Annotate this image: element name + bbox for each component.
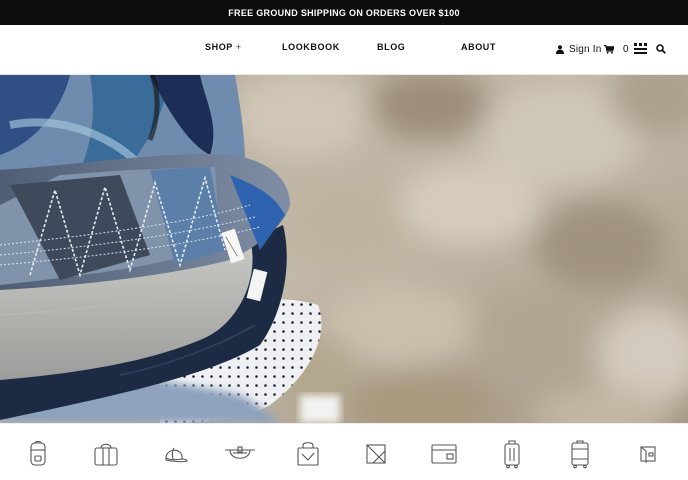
sign-in-link[interactable]: Sign In xyxy=(556,39,602,59)
plus-icon: + xyxy=(235,42,242,52)
carry-on-luggage-icon xyxy=(504,440,520,469)
wallet-icon xyxy=(640,446,656,463)
user-icon xyxy=(556,44,564,54)
category-hip-pack[interactable] xyxy=(224,438,256,470)
large-luggage-icon xyxy=(571,440,589,469)
cart-count: 0 xyxy=(623,43,629,55)
search-icon xyxy=(656,44,666,54)
category-folio[interactable] xyxy=(428,438,460,470)
cap-icon xyxy=(165,447,188,463)
tote-bag-icon xyxy=(297,442,319,466)
site-header: SHOP + LOOKBOOK BLOG ABOUT Sign In 0 xyxy=(0,25,688,75)
hip-pack-icon xyxy=(225,446,255,459)
brand-menu-icon xyxy=(634,43,647,54)
sign-in-label: Sign In xyxy=(569,43,602,55)
hero-banner[interactable] xyxy=(0,75,688,423)
nav-lookbook[interactable]: LOOKBOOK xyxy=(282,42,340,58)
pouch-icon xyxy=(366,444,386,464)
nav-about[interactable]: ABOUT xyxy=(461,42,496,58)
cart-link[interactable]: 0 xyxy=(604,39,629,59)
folio-icon xyxy=(431,444,457,464)
category-pouch[interactable] xyxy=(360,438,392,470)
category-duffle[interactable] xyxy=(90,438,122,470)
category-luggage[interactable] xyxy=(564,438,596,470)
category-carry-on[interactable] xyxy=(496,438,528,470)
nav-shop[interactable]: SHOP + xyxy=(205,42,242,58)
duffle-bag-icon xyxy=(94,443,118,466)
category-nav xyxy=(0,423,688,480)
promo-text: FREE GROUND SHIPPING ON ORDERS OVER $100 xyxy=(228,7,460,18)
search-button[interactable] xyxy=(656,39,666,59)
category-cap[interactable] xyxy=(158,438,190,470)
brand-menu-button[interactable] xyxy=(634,39,647,59)
nav-shop-label: SHOP xyxy=(205,42,233,52)
hero-image xyxy=(0,75,688,423)
category-tote[interactable] xyxy=(292,438,324,470)
category-wallet[interactable] xyxy=(632,438,664,470)
category-backpack[interactable] xyxy=(22,438,54,470)
nav-blog[interactable]: BLOG xyxy=(377,42,405,58)
backpack-icon xyxy=(30,440,46,466)
promo-bar: FREE GROUND SHIPPING ON ORDERS OVER $100 xyxy=(0,0,688,25)
cart-icon xyxy=(604,44,614,54)
